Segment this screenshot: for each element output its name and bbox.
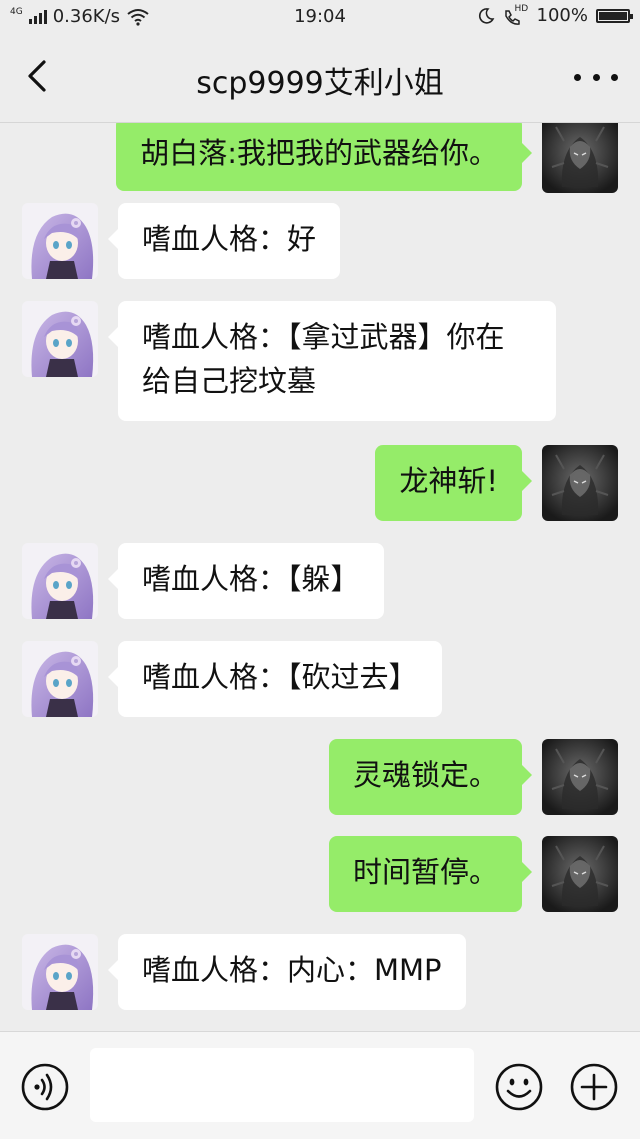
message-bubble[interactable]: 嗜血人格：【拿过武器】你在给自己挖坟墓	[108, 301, 556, 421]
user-avatar[interactable]	[542, 445, 618, 521]
contact-avatar[interactable]	[22, 934, 98, 1010]
chat-title: scp9999艾利小姐	[196, 66, 444, 101]
message-bubble[interactable]: 嗜血人格：【砍过去】	[108, 641, 442, 717]
message-bubble[interactable]: 嗜血人格：内心：MMP	[108, 934, 466, 1010]
status-bar: 4G 0.36K/s 19:04 HD 100%	[0, 0, 640, 34]
input-bar	[0, 1031, 640, 1139]
message-list[interactable]: 胡白落:我把我的武器给你。 嗜血人格：好 嗜血人格：【拿过武器】你在给自己挖坟墓…	[0, 123, 640, 1031]
emoji-icon[interactable]	[494, 1062, 544, 1112]
message-bubble[interactable]: 龙神斩!	[375, 445, 532, 521]
moon-icon	[478, 7, 494, 24]
message-bubble[interactable]: 时间暂停。	[328, 836, 533, 912]
message-input[interactable]	[90, 1048, 474, 1122]
contact-avatar[interactable]	[22, 301, 98, 377]
plus-circle-icon[interactable]	[569, 1062, 619, 1112]
contact-avatar[interactable]	[22, 641, 98, 717]
battery-icon	[596, 8, 633, 23]
voice-icon[interactable]	[20, 1062, 70, 1112]
message-bubble[interactable]: 灵魂锁定。	[328, 739, 533, 815]
user-avatar[interactable]	[542, 836, 618, 912]
more-dots-icon	[574, 73, 581, 81]
message-bubble[interactable]: 嗜血人格：【躲】	[108, 543, 384, 619]
hd-call-icon: HD	[503, 4, 529, 26]
message-bubble[interactable]: 嗜血人格：好	[107, 203, 341, 279]
message-bubble[interactable]: 胡白落:我把我的武器给你。	[116, 123, 532, 191]
user-avatar[interactable]	[542, 739, 618, 815]
battery-percent: 100%	[536, 5, 588, 26]
contact-avatar[interactable]	[22, 203, 98, 279]
contact-avatar[interactable]	[22, 543, 98, 619]
chat-header: scp9999艾利小姐	[0, 34, 640, 123]
user-avatar[interactable]	[542, 123, 618, 193]
more-button[interactable]	[574, 62, 618, 92]
